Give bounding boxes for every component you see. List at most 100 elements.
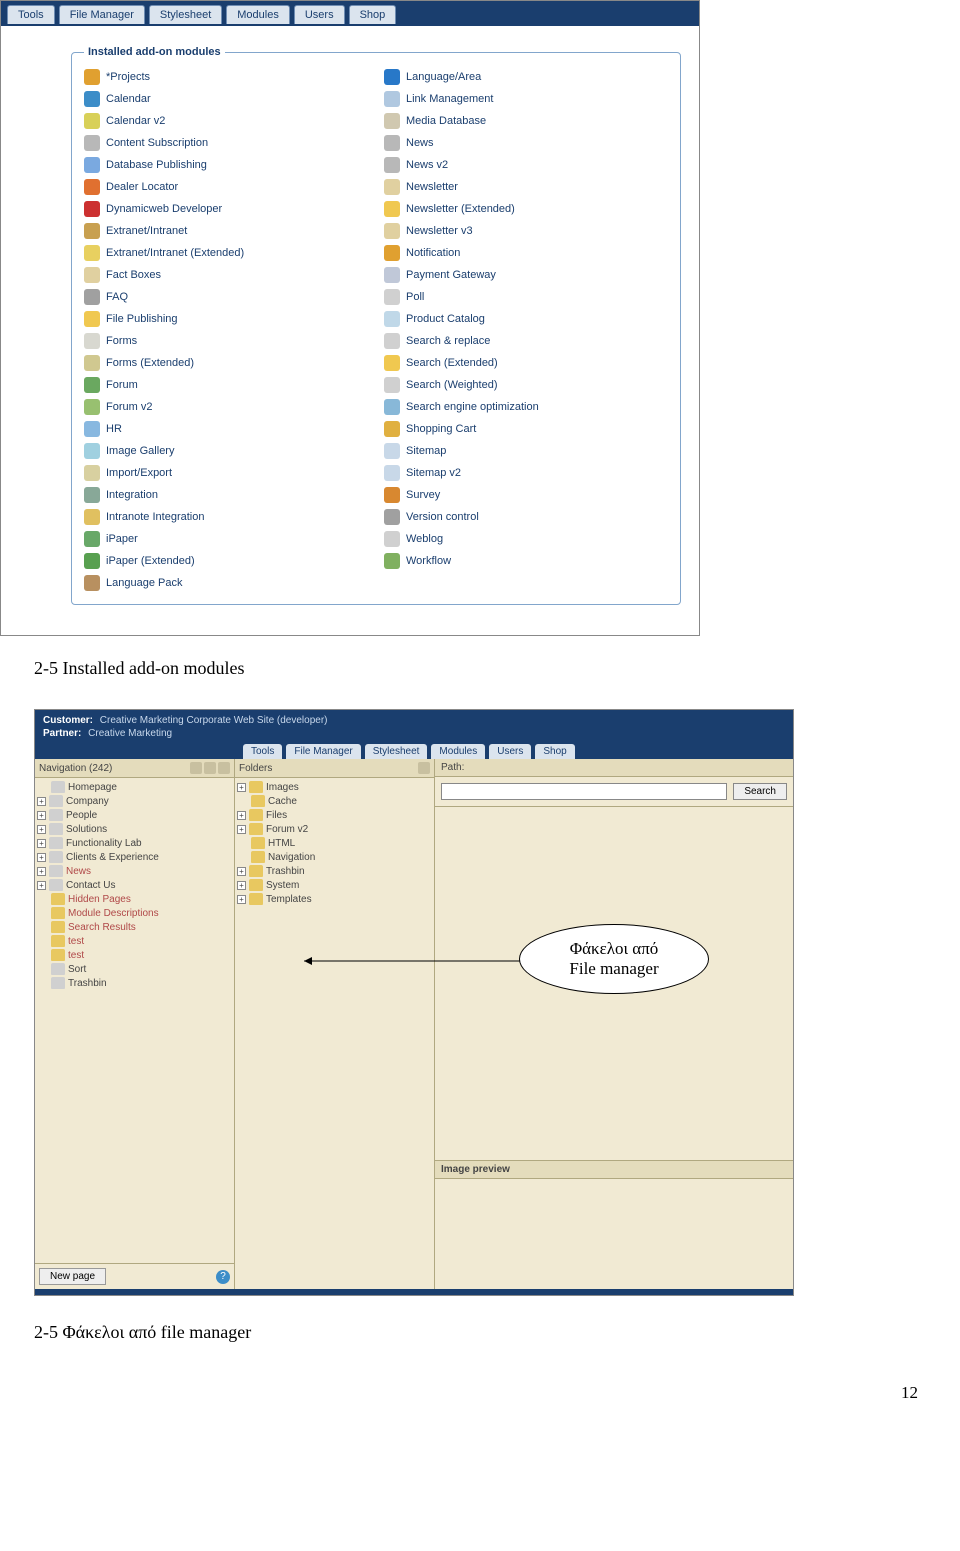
search-button[interactable]: Search <box>733 783 787 800</box>
module-item[interactable]: *Projects <box>84 66 344 88</box>
module-item[interactable]: Integration <box>84 484 344 506</box>
tree-node[interactable]: test <box>37 948 232 962</box>
module-item[interactable]: Search (Weighted) <box>384 374 644 396</box>
tree-node[interactable]: +Company <box>37 794 232 808</box>
expand-icon[interactable]: + <box>37 811 46 820</box>
tree-node[interactable]: Homepage <box>37 780 232 794</box>
expand-icon[interactable]: + <box>237 867 246 876</box>
menu-tab-users[interactable]: Users <box>489 744 531 759</box>
module-item[interactable]: News <box>384 132 644 154</box>
expand-icon[interactable]: + <box>37 797 46 806</box>
module-item[interactable]: Sitemap <box>384 440 644 462</box>
module-item[interactable]: FAQ <box>84 286 344 308</box>
refresh-icon[interactable] <box>190 762 202 774</box>
menu-tab-stylesheet[interactable]: Stylesheet <box>365 744 428 759</box>
menu-tab-stylesheet[interactable]: Stylesheet <box>149 5 222 24</box>
module-item[interactable]: Import/Export <box>84 462 344 484</box>
tree-node[interactable]: +People <box>37 808 232 822</box>
module-item[interactable]: Image Gallery <box>84 440 344 462</box>
module-item[interactable]: Forms <box>84 330 344 352</box>
menu-tab-users[interactable]: Users <box>294 5 345 24</box>
menu-tab-tools[interactable]: Tools <box>243 744 282 759</box>
module-item[interactable]: Media Database <box>384 110 644 132</box>
module-item[interactable]: Notification <box>384 242 644 264</box>
module-item[interactable]: Shopping Cart <box>384 418 644 440</box>
folder-node[interactable]: +Templates <box>237 892 432 906</box>
module-item[interactable]: Link Management <box>384 88 644 110</box>
folder-node[interactable]: +Files <box>237 808 432 822</box>
module-item[interactable]: iPaper <box>84 528 344 550</box>
folder-node[interactable]: +System <box>237 878 432 892</box>
module-item[interactable]: Version control <box>384 506 644 528</box>
menu-tab-modules[interactable]: Modules <box>226 5 290 24</box>
menu-tab-file-manager[interactable]: File Manager <box>286 744 360 759</box>
tree-node[interactable]: Module Descriptions <box>37 906 232 920</box>
tree-node[interactable]: +Contact Us <box>37 878 232 892</box>
tree-node[interactable]: +Solutions <box>37 822 232 836</box>
module-item[interactable]: Calendar <box>84 88 344 110</box>
module-item[interactable]: Calendar v2 <box>84 110 344 132</box>
module-item[interactable]: Extranet/Intranet (Extended) <box>84 242 344 264</box>
module-item[interactable]: Extranet/Intranet <box>84 220 344 242</box>
module-item[interactable]: File Publishing <box>84 308 344 330</box>
module-item[interactable]: Newsletter (Extended) <box>384 198 644 220</box>
module-item[interactable]: Newsletter v3 <box>384 220 644 242</box>
folder-node[interactable]: +Forum v2 <box>237 822 432 836</box>
collapse-icon[interactable] <box>418 762 430 774</box>
module-item[interactable]: Intranote Integration <box>84 506 344 528</box>
module-item[interactable]: Forum <box>84 374 344 396</box>
module-item[interactable]: Search & replace <box>384 330 644 352</box>
expand-icon[interactable]: + <box>237 881 246 890</box>
tree-node[interactable]: Hidden Pages <box>37 892 232 906</box>
module-item[interactable]: Dynamicweb Developer <box>84 198 344 220</box>
module-item[interactable]: HR <box>84 418 344 440</box>
module-item[interactable]: Content Subscription <box>84 132 344 154</box>
module-item[interactable]: Product Catalog <box>384 308 644 330</box>
module-item[interactable]: Sitemap v2 <box>384 462 644 484</box>
menu-tab-tools[interactable]: Tools <box>7 5 55 24</box>
module-item[interactable]: Fact Boxes <box>84 264 344 286</box>
expand-icon[interactable]: + <box>37 853 46 862</box>
tree-node[interactable]: +News <box>37 864 232 878</box>
module-item[interactable]: News v2 <box>384 154 644 176</box>
search-icon[interactable] <box>204 762 216 774</box>
menu-tab-file-manager[interactable]: File Manager <box>59 5 145 24</box>
expand-icon[interactable]: + <box>37 839 46 848</box>
module-item[interactable]: Survey <box>384 484 644 506</box>
menu-tab-shop[interactable]: Shop <box>535 744 574 759</box>
menu-tab-shop[interactable]: Shop <box>349 5 397 24</box>
module-item[interactable]: Search engine optimization <box>384 396 644 418</box>
module-item[interactable]: Language Pack <box>84 572 344 594</box>
module-item[interactable]: Workflow <box>384 550 644 572</box>
menu-tab-modules[interactable]: Modules <box>431 744 485 759</box>
expand-icon[interactable]: + <box>37 881 46 890</box>
tree-node[interactable]: test <box>37 934 232 948</box>
folder-node[interactable]: Navigation <box>237 850 432 864</box>
module-item[interactable]: Forms (Extended) <box>84 352 344 374</box>
search-input[interactable] <box>441 783 727 800</box>
tree-node[interactable]: +Clients & Experience <box>37 850 232 864</box>
tree-node[interactable]: Search Results <box>37 920 232 934</box>
module-item[interactable]: Poll <box>384 286 644 308</box>
expand-icon[interactable]: + <box>237 825 246 834</box>
folder-node[interactable]: +Images <box>237 780 432 794</box>
module-item[interactable]: Dealer Locator <box>84 176 344 198</box>
module-item[interactable]: Language/Area <box>384 66 644 88</box>
expand-icon[interactable]: + <box>237 783 246 792</box>
tree-node[interactable]: +Functionality Lab <box>37 836 232 850</box>
expand-icon[interactable]: + <box>237 811 246 820</box>
module-item[interactable]: Weblog <box>384 528 644 550</box>
collapse-icon[interactable] <box>218 762 230 774</box>
module-item[interactable]: Payment Gateway <box>384 264 644 286</box>
expand-icon[interactable]: + <box>37 825 46 834</box>
folder-node[interactable]: Cache <box>237 794 432 808</box>
module-item[interactable]: Database Publishing <box>84 154 344 176</box>
help-icon[interactable]: ? <box>216 1270 230 1284</box>
tree-node[interactable]: Trashbin <box>37 976 232 990</box>
new-page-button[interactable]: New page <box>39 1268 106 1285</box>
module-item[interactable]: Forum v2 <box>84 396 344 418</box>
expand-icon[interactable]: + <box>237 895 246 904</box>
expand-icon[interactable]: + <box>37 867 46 876</box>
folder-node[interactable]: HTML <box>237 836 432 850</box>
module-item[interactable]: iPaper (Extended) <box>84 550 344 572</box>
